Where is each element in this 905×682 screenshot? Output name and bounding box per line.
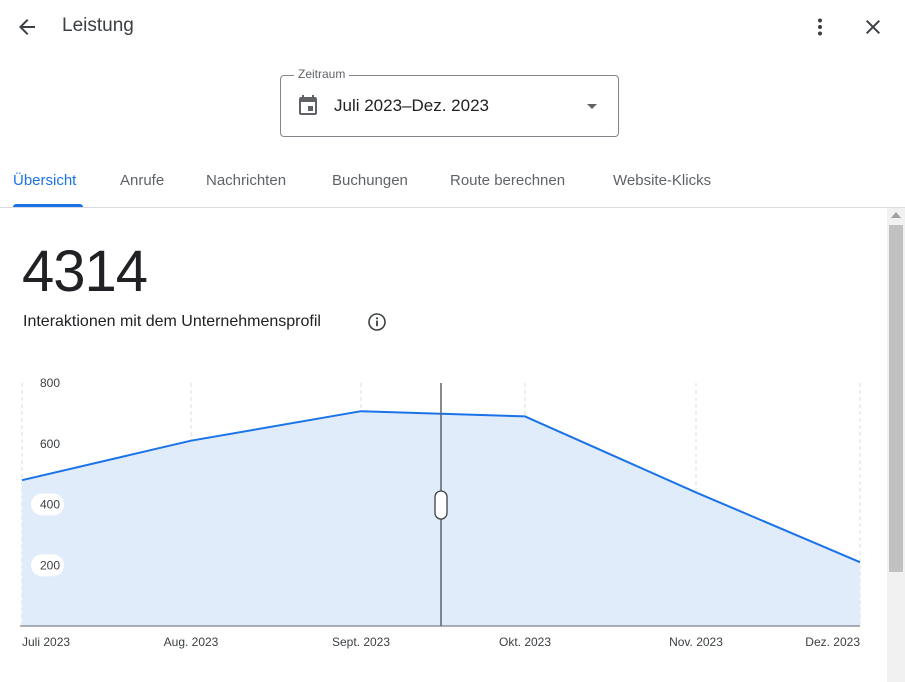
tab-website-klicks[interactable]: Website-Klicks — [613, 172, 711, 189]
dropdown-caret-icon — [587, 104, 597, 109]
y-tick-label-2: 400 — [40, 498, 60, 512]
x-tick-label-1: Aug. 2023 — [164, 635, 219, 649]
y-tick-label-3: 200 — [40, 558, 60, 572]
scroll-up-arrow-icon[interactable] — [891, 212, 901, 218]
active-tab-indicator — [13, 204, 83, 207]
content-scroll-area[interactable]: 4314 Interaktionen mit dem Unternehmensp… — [0, 208, 905, 682]
calendar-icon — [299, 95, 317, 115]
x-tick-label-3: Okt. 2023 — [499, 635, 551, 649]
chart-scrubber-handle[interactable] — [434, 490, 448, 520]
close-button[interactable] — [853, 7, 893, 47]
x-tick-label-4: Nov. 2023 — [669, 635, 723, 649]
scrollbar-thumb[interactable] — [889, 225, 903, 572]
x-tick-label-0: Juli 2023 — [22, 635, 70, 649]
y-tick-label-1: 600 — [40, 437, 60, 451]
tab-uebersicht[interactable]: Übersicht — [13, 172, 76, 189]
date-range-select[interactable]: Zeitraum Juli 2023–Dez. 2023 — [280, 67, 619, 137]
x-tick-label-5: Dez. 2023 — [805, 635, 860, 649]
more-options-button[interactable] — [800, 7, 840, 47]
interactions-chart: 800 600 400 200 Juli 2023 Aug. 2023 Sept. 2023… — [20, 376, 861, 649]
more-vert-icon — [818, 18, 822, 36]
vertical-scrollbar[interactable] — [887, 208, 905, 682]
date-range-label: Zeitraum — [294, 67, 350, 81]
x-tick-label-2: Sept. 2023 — [332, 635, 390, 649]
date-range-value: Juli 2023–Dez. 2023 — [334, 96, 490, 115]
tab-buchungen[interactable]: Buchungen — [332, 172, 408, 189]
page-title: Leistung — [62, 15, 134, 36]
tab-anrufe[interactable]: Anrufe — [120, 172, 164, 189]
header: Leistung — [0, 0, 905, 56]
close-icon — [866, 20, 880, 34]
tab-bar: Übersicht Anrufe Nachrichten Buchungen R… — [0, 155, 905, 208]
tab-nachrichten[interactable]: Nachrichten — [206, 172, 286, 189]
arrow-back-icon — [19, 19, 35, 35]
tab-route-berechnen[interactable]: Route berechnen — [450, 172, 565, 189]
y-tick-label-0: 800 — [40, 376, 60, 390]
back-button[interactable] — [7, 7, 47, 47]
